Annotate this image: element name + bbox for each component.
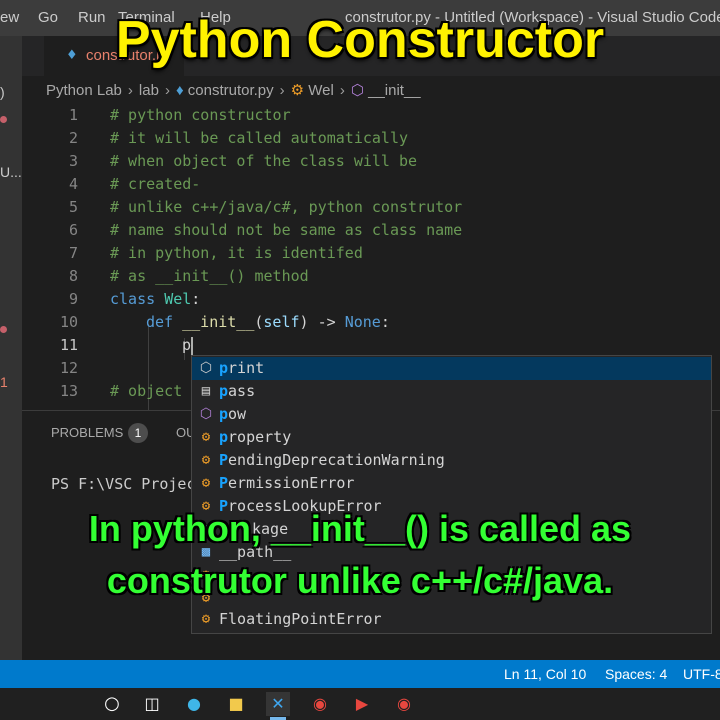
code-line: 5 # unlike c++/java/c#, python construtor bbox=[68, 198, 463, 216]
suggestion-item[interactable]: ⚙ PermissionError bbox=[192, 472, 711, 495]
chevron-right-icon: › bbox=[127, 82, 133, 99]
class-icon: ⚙ bbox=[290, 82, 309, 99]
snippet-icon: ▤ bbox=[201, 383, 211, 399]
video-title-overlay: Python Constructor bbox=[115, 11, 605, 69]
breadcrumb-item[interactable]: construtor.py bbox=[188, 82, 274, 99]
method-cube-icon: ⬡ bbox=[350, 82, 369, 99]
modified-dot-icon bbox=[0, 116, 7, 123]
code-line: 9 class Wel: bbox=[68, 290, 201, 308]
encoding-status[interactable]: UTF-8 bbox=[683, 666, 720, 682]
code-line: 11 p bbox=[59, 336, 192, 354]
suggestion-item[interactable]: ⚙ PendingDeprecationWarning bbox=[192, 449, 711, 472]
activity-fragment: ) bbox=[0, 84, 5, 100]
tab-problems[interactable]: PROBLEMS bbox=[51, 425, 123, 440]
youtube-app-icon[interactable]: ▶ bbox=[350, 692, 374, 716]
suggestion-item[interactable]: ▤ pass bbox=[192, 380, 711, 403]
suggestion-item[interactable]: ⬡ print bbox=[192, 357, 711, 380]
caption-line: In python, __init__() is called as bbox=[88, 508, 632, 549]
chevron-right-icon: › bbox=[164, 82, 170, 99]
python-file-icon: ♦ bbox=[175, 82, 188, 99]
breadcrumb-item[interactable]: lab bbox=[139, 82, 159, 99]
class-icon: ⚙ bbox=[201, 452, 211, 468]
suggestion-item[interactable]: ⬡ pow bbox=[192, 403, 711, 426]
breadcrumb: Python Lab › lab › ♦ construtor.py › ⚙ Wel › ⬡ _… bbox=[46, 81, 421, 99]
class-icon: ⚙ bbox=[201, 429, 211, 445]
code-line: 7 # in python, it is identifed bbox=[68, 244, 363, 262]
chrome-icon[interactable]: ◉ bbox=[308, 692, 332, 716]
class-icon: ⚙ bbox=[201, 611, 211, 627]
indentation-status[interactable]: Spaces: 4 bbox=[605, 666, 667, 682]
activity-fragment: U... bbox=[0, 164, 22, 180]
breadcrumb-item[interactable]: Python Lab bbox=[46, 82, 122, 99]
file-explorer-icon[interactable]: ■ bbox=[224, 692, 248, 716]
vscode-icon[interactable]: ✕ bbox=[266, 692, 290, 720]
chrome-profile-icon[interactable]: ◉ bbox=[392, 692, 416, 716]
task-view-icon[interactable]: ◫ bbox=[140, 692, 164, 716]
caption-line: construtor unlike c++/c#/java. bbox=[106, 560, 614, 601]
chevron-right-icon: › bbox=[339, 82, 345, 99]
edge-browser-icon[interactable]: ● bbox=[182, 692, 206, 716]
text-cursor bbox=[191, 337, 193, 356]
breadcrumb-item[interactable]: Wel bbox=[308, 82, 334, 99]
terminal-prompt[interactable]: PS F:\VSC Projec bbox=[51, 475, 196, 493]
function-cube-icon: ⬡ bbox=[199, 406, 213, 422]
code-line: 8 # as __init__() method bbox=[68, 267, 309, 285]
code-line: 4 # created- bbox=[68, 175, 201, 193]
function-cube-icon: ⬡ bbox=[199, 360, 213, 376]
activity-fragment: 1 bbox=[0, 374, 8, 390]
chevron-right-icon: › bbox=[279, 82, 285, 99]
code-line: 1 # python constructor bbox=[68, 106, 291, 124]
modified-dot-icon bbox=[0, 326, 7, 333]
os-taskbar: ○ ◫ ● ■ ✕ ◉ ▶ ◉ bbox=[0, 688, 720, 720]
code-line: 2 # it will be called automatically bbox=[68, 129, 409, 147]
problems-count-badge: 1 bbox=[128, 423, 148, 443]
cursor-position-status[interactable]: Ln 11, Col 10 bbox=[504, 666, 586, 682]
code-line: 3 # when object of the class will be bbox=[68, 152, 418, 170]
suggestion-item[interactable]: ⚙ FloatingPointError bbox=[192, 608, 711, 631]
code-line: 6 # name should not be same as class name bbox=[68, 221, 463, 239]
code-line: 10 def __init__(self) -> None: bbox=[59, 313, 390, 331]
breadcrumb-item[interactable]: __init__ bbox=[368, 82, 421, 99]
suggestion-item[interactable]: ⚙ property bbox=[192, 426, 711, 449]
status-bar: Ln 11, Col 10 Spaces: 4 UTF-8 bbox=[0, 660, 720, 688]
class-icon: ⚙ bbox=[201, 475, 211, 491]
search-circle-icon[interactable]: ○ bbox=[100, 692, 124, 716]
